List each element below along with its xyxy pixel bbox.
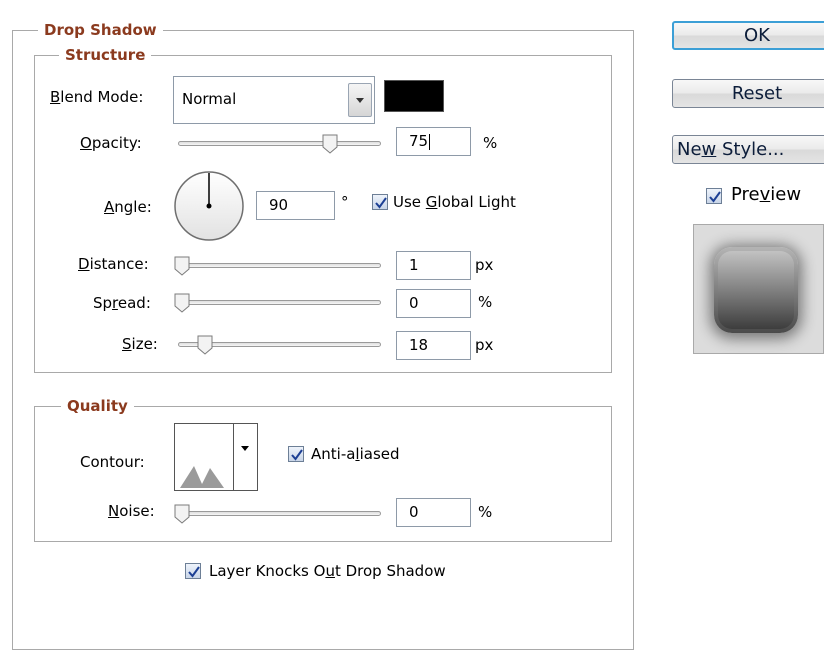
layer-knocks-out-label: Layer Knocks Out Drop Shadow — [209, 562, 446, 580]
distance-input[interactable]: 1 — [396, 251, 471, 280]
blend-mode-dropdown-button[interactable] — [348, 83, 372, 117]
noise-unit: % — [478, 503, 493, 521]
opacity-slider-track[interactable] — [178, 141, 381, 146]
angle-dial[interactable] — [173, 170, 245, 242]
drop-shadow-title: Drop Shadow — [38, 21, 163, 39]
size-label: Size: — [122, 335, 158, 353]
preview-label: Preview — [731, 184, 802, 205]
new-style-button[interactable]: New Style... — [672, 135, 824, 164]
angle-label: Angle: — [104, 198, 152, 216]
spread-slider-track[interactable] — [178, 300, 381, 305]
spread-slider-thumb[interactable] — [174, 293, 190, 313]
anti-aliased-checkbox[interactable] — [288, 446, 304, 462]
structure-title: Structure — [59, 46, 152, 64]
preview-thumbnail — [693, 224, 824, 354]
noise-input[interactable]: 0 — [396, 498, 471, 527]
distance-unit: px — [475, 256, 494, 274]
quality-group — [34, 406, 612, 542]
angle-unit: ° — [341, 193, 349, 211]
size-unit: px — [475, 336, 494, 354]
anti-aliased-label: Anti-aliased — [311, 445, 400, 463]
spread-unit: % — [478, 293, 493, 311]
blend-mode-value: Normal — [182, 90, 237, 108]
spread-input[interactable]: 0 — [396, 289, 471, 318]
distance-label: Distance: — [78, 255, 149, 273]
spread-label: Spread: — [93, 294, 151, 312]
ok-button[interactable]: OK — [672, 21, 824, 50]
opacity-unit: % — [483, 134, 498, 152]
size-input[interactable]: 18 — [396, 331, 471, 360]
distance-slider-thumb[interactable] — [174, 256, 190, 276]
contour-label: Contour: — [80, 453, 145, 471]
use-global-light-checkbox[interactable] — [372, 194, 388, 210]
opacity-input[interactable]: 75 — [396, 127, 471, 156]
noise-label: Noise: — [108, 502, 155, 520]
noise-slider-track[interactable] — [178, 511, 381, 516]
noise-slider-thumb[interactable] — [174, 504, 190, 524]
preview-checkbox[interactable] — [706, 188, 722, 204]
shadow-color-swatch[interactable] — [384, 80, 444, 112]
distance-slider-track[interactable] — [178, 263, 381, 268]
size-slider-thumb[interactable] — [197, 335, 213, 355]
layer-knocks-out-checkbox[interactable] — [185, 563, 201, 579]
quality-title: Quality — [61, 397, 134, 415]
reset-button[interactable]: Reset — [672, 79, 824, 108]
use-global-light-label: Use Global Light — [393, 193, 516, 211]
opacity-slider-thumb[interactable] — [322, 134, 338, 154]
blend-mode-select[interactable]: Normal — [173, 76, 375, 124]
opacity-label: Opacity: — [80, 134, 142, 152]
angle-input[interactable]: 90 — [256, 191, 335, 220]
blend-mode-label: Blend Mode: — [50, 88, 144, 106]
contour-picker[interactable] — [174, 423, 258, 491]
contour-preview-icon — [180, 466, 224, 488]
contour-dropdown-arrow-icon[interactable] — [235, 434, 257, 464]
chevron-down-icon — [356, 98, 364, 103]
